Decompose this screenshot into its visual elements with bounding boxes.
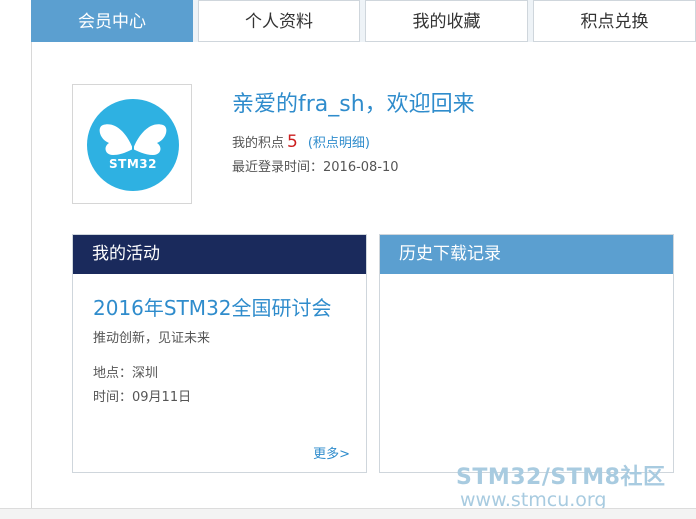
my-activity-header: 我的活动: [73, 235, 366, 274]
avatar-label: STM32: [109, 157, 157, 171]
event-time: 时间：09月11日: [93, 390, 192, 405]
event-slogan: 推动创新，见证未来: [93, 331, 211, 346]
download-history-panel: 历史下载记录: [379, 234, 674, 473]
butterfly-icon: [99, 124, 167, 155]
more-link[interactable]: 更多>: [313, 443, 350, 462]
points-row: 我的积点 5 (积点明细): [232, 132, 370, 152]
last-login-time: 最近登录时间：2016-08-10: [232, 160, 399, 175]
my-activity-panel: 我的活动 2016年STM32全国研讨会 推动创新，见证未来 地点：深圳 时间：…: [72, 234, 367, 473]
points-detail-link[interactable]: (积点明细): [308, 136, 370, 151]
watermark-title: STM32/STM8社区: [456, 465, 666, 490]
tab-points-exchange[interactable]: 积点兑换: [533, 0, 696, 42]
bottom-status-strip: [0, 508, 696, 519]
content-border: [31, 42, 32, 508]
tab-favorites[interactable]: 我的收藏: [365, 0, 528, 42]
points-label: 我的积点: [232, 136, 285, 151]
tab-profile[interactable]: 个人资料: [198, 0, 360, 42]
left-gutter: [0, 0, 31, 518]
stm32-logo: STM32: [87, 99, 179, 191]
tab-bar: 会员中心 个人资料 我的收藏 积点兑换: [31, 0, 696, 42]
points-value: 5: [287, 132, 298, 152]
welcome-message: 亲爱的fra_sh，欢迎回来: [232, 92, 475, 117]
avatar[interactable]: STM32: [72, 84, 192, 204]
event-title-link[interactable]: 2016年STM32全国研讨会: [93, 292, 332, 321]
site-watermark: STM32/STM8社区 www.stmcu.org: [456, 459, 696, 511]
download-history-header: 历史下载记录: [380, 235, 673, 274]
tab-member-center[interactable]: 会员中心: [31, 0, 193, 42]
event-place: 地点：深圳: [93, 366, 159, 381]
